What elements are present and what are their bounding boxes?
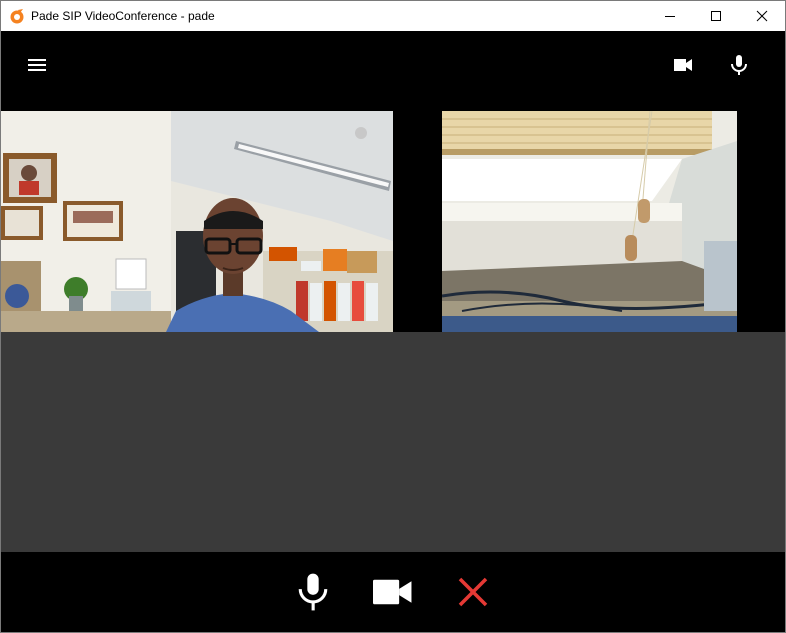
local-participant-video[interactable]: [1, 111, 393, 332]
toggle-camera-button[interactable]: [371, 570, 415, 614]
app-window: Pade SIP VideoConference - pade: [0, 0, 786, 633]
minimize-button[interactable]: [647, 1, 693, 31]
menu-icon[interactable]: [25, 53, 49, 77]
app-logo-icon: [10, 9, 24, 24]
top-toolbar: [1, 31, 785, 111]
close-button[interactable]: [739, 1, 785, 31]
maximize-button[interactable]: [693, 1, 739, 31]
microphone-icon[interactable]: [727, 53, 751, 77]
video-camera-icon[interactable]: [671, 53, 695, 77]
video-strip: [1, 111, 785, 332]
window-title: Pade SIP VideoConference - pade: [31, 9, 215, 23]
remote-participant-video[interactable]: [442, 111, 737, 332]
minimize-icon: [665, 16, 675, 17]
video-camera-icon: [373, 579, 412, 605]
window-controls: [647, 1, 785, 31]
call-controls-bar: [1, 552, 785, 632]
maximize-icon: [711, 11, 721, 21]
title-bar[interactable]: Pade SIP VideoConference - pade: [1, 1, 785, 31]
hangup-button[interactable]: [451, 570, 495, 614]
hangup-x-icon: [458, 577, 488, 607]
mute-microphone-button[interactable]: [291, 570, 335, 614]
microphone-icon: [298, 573, 328, 611]
close-icon: [756, 10, 768, 22]
